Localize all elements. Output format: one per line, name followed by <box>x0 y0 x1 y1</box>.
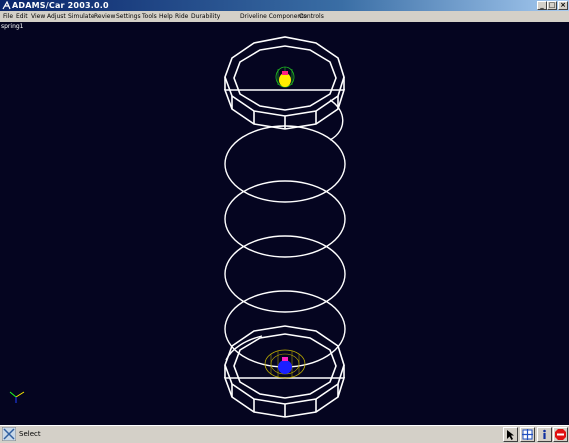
bottom-hardpoint-marker <box>264 349 306 379</box>
global-triad-icon <box>9 391 25 403</box>
minimize-button[interactable]: _ <box>537 1 547 10</box>
close-button[interactable]: × <box>558 1 568 10</box>
adams-logo-icon <box>2 427 16 441</box>
info-icon <box>543 429 546 439</box>
menu-file[interactable]: File <box>3 11 13 22</box>
menu-adjust[interactable]: Adjust <box>47 11 66 22</box>
maximize-button[interactable]: □ <box>547 1 557 10</box>
window-title: ADAMS/Car 2003.0.0 <box>12 1 109 10</box>
top-hardpoint-marker <box>275 66 295 88</box>
menu-review[interactable]: Review <box>94 11 115 22</box>
graphics-viewport[interactable]: spring1 <box>0 22 569 425</box>
menu-driveline-components[interactable]: Driveline Components <box>240 11 307 22</box>
status-text: Select <box>19 430 41 438</box>
select-arrow-icon <box>507 430 514 440</box>
menu-controls[interactable]: Controls <box>299 11 324 22</box>
stop-icon <box>555 429 566 440</box>
select-arrow-button[interactable] <box>503 427 518 442</box>
stop-button[interactable] <box>553 427 568 442</box>
menu-settings[interactable]: Settings <box>116 11 141 22</box>
view-control-button[interactable] <box>520 427 535 442</box>
menu-durability[interactable]: Durability <box>191 11 220 22</box>
menu-help[interactable]: Help <box>159 11 173 22</box>
spring-model <box>9 36 346 418</box>
spring-coils <box>224 99 346 368</box>
menu-simulate[interactable]: Simulate <box>68 11 95 22</box>
menu-edit[interactable]: Edit <box>16 11 28 22</box>
info-button[interactable] <box>537 427 552 442</box>
menu-ride[interactable]: Ride <box>175 11 188 22</box>
model-name-label: spring1 <box>1 23 24 30</box>
menu-bar: File Edit View Adjust Simulate Review Se… <box>0 11 569 22</box>
menu-view[interactable]: View <box>31 11 45 22</box>
status-bar: Select <box>0 425 569 443</box>
menu-tools[interactable]: Tools <box>142 11 157 22</box>
adams-app-icon <box>2 1 11 10</box>
title-bar: ADAMS/Car 2003.0.0 _ □ × <box>0 0 569 11</box>
view-control-icon <box>522 429 533 440</box>
